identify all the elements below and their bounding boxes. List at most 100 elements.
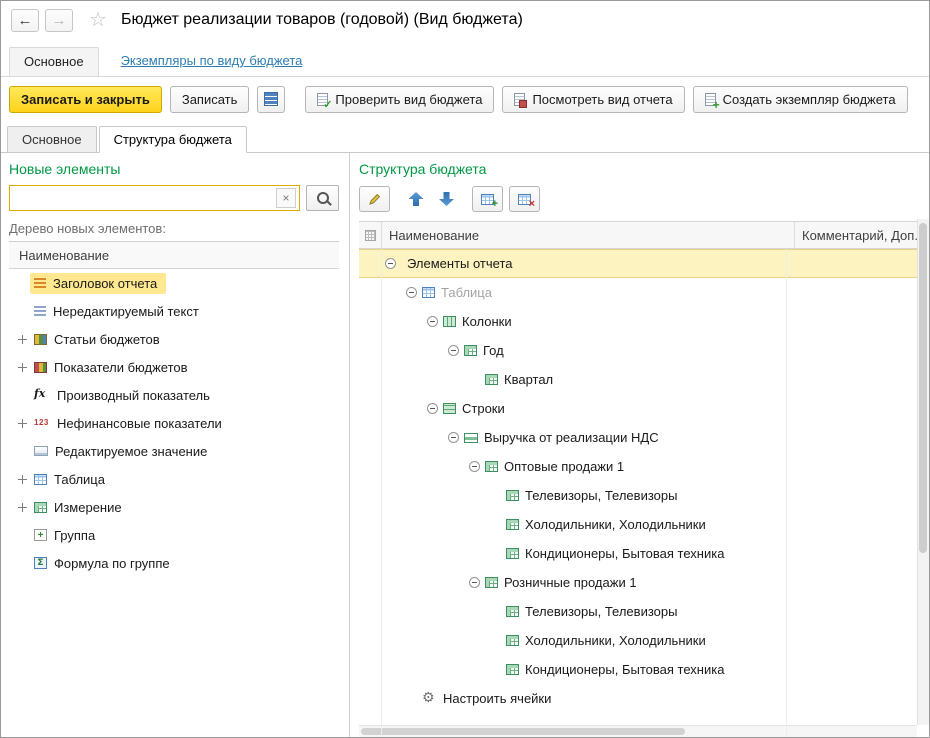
expand-plus-icon[interactable] bbox=[18, 475, 27, 484]
new-element-item[interactable]: Нефинансовые показатели bbox=[9, 409, 339, 437]
expand-plus-icon[interactable] bbox=[18, 363, 27, 372]
move-down-button[interactable] bbox=[434, 187, 458, 211]
expander-slot bbox=[15, 363, 30, 372]
column-separator bbox=[786, 249, 787, 737]
structure-toolbar bbox=[359, 185, 929, 213]
new-element-item[interactable]: Заголовок отчета bbox=[9, 269, 339, 297]
structure-row-label: Настроить ячейки bbox=[443, 691, 551, 706]
comment-column-header[interactable]: Комментарий, Доп.инф bbox=[795, 228, 917, 243]
table-delete-icon bbox=[518, 194, 531, 205]
static-text-icon bbox=[34, 306, 46, 316]
collapse-minus-icon[interactable] bbox=[427, 403, 438, 414]
new-element-item[interactable]: Таблица bbox=[9, 465, 339, 493]
delete-element-button[interactable] bbox=[509, 186, 540, 212]
check-budget-view-label: Проверить вид бюджета bbox=[335, 92, 482, 107]
favorite-star-icon[interactable]: ☆ bbox=[89, 10, 107, 30]
vertical-scrollbar[interactable] bbox=[917, 219, 929, 725]
save-button[interactable]: Записать bbox=[170, 86, 250, 113]
table-icon bbox=[422, 287, 435, 298]
back-button[interactable]: ← bbox=[11, 9, 39, 32]
structure-tree-row[interactable]: Колонки bbox=[359, 307, 917, 336]
structure-tree-row[interactable]: Год bbox=[359, 336, 917, 365]
expand-plus-icon[interactable] bbox=[18, 419, 27, 428]
collapse-minus-icon[interactable] bbox=[385, 258, 396, 269]
dimension-icon bbox=[506, 519, 519, 530]
dimension-icon bbox=[485, 461, 498, 472]
new-element-label: Редактируемое значение bbox=[55, 444, 207, 459]
new-element-item[interactable]: Показатели бюджетов bbox=[9, 353, 339, 381]
add-element-button[interactable] bbox=[472, 186, 503, 212]
column-header-name[interactable]: Наименование bbox=[9, 242, 339, 269]
column-separator bbox=[381, 249, 382, 737]
new-element-item[interactable]: Группа bbox=[9, 521, 339, 549]
collapse-minus-icon[interactable] bbox=[469, 461, 480, 472]
structure-tree-row[interactable]: Таблица bbox=[359, 278, 917, 307]
structure-row-label: Розничные продажи 1 bbox=[504, 575, 637, 590]
check-budget-view-button[interactable]: Проверить вид бюджета bbox=[305, 86, 494, 113]
structure-tree-row[interactable]: Телевизоры, Телевизоры bbox=[359, 597, 917, 626]
columns-icon bbox=[443, 316, 456, 327]
instances-link[interactable]: Экземпляры по виду бюджета bbox=[121, 53, 303, 68]
view-report-label: Посмотреть вид отчета bbox=[532, 92, 672, 107]
scrollbar-thumb[interactable] bbox=[361, 728, 685, 735]
horizontal-scrollbar[interactable] bbox=[359, 725, 917, 737]
collapse-minus-icon[interactable] bbox=[427, 316, 438, 327]
expand-plus-icon[interactable] bbox=[18, 503, 27, 512]
forward-button[interactable]: → bbox=[45, 9, 73, 32]
structure-row-label: Таблица bbox=[441, 285, 492, 300]
expand-plus-icon[interactable] bbox=[18, 335, 27, 344]
search-input[interactable] bbox=[16, 190, 272, 207]
nav-tab-main[interactable]: Основное bbox=[9, 47, 99, 76]
tab-main[interactable]: Основное bbox=[7, 126, 97, 153]
grid-icon bbox=[365, 230, 376, 241]
structure-tree-row[interactable]: Оптовые продажи 1 bbox=[359, 452, 917, 481]
structure-tree-row[interactable]: Выручка от реализации НДС bbox=[359, 423, 917, 452]
icon-column-header[interactable] bbox=[359, 222, 382, 248]
edit-button[interactable] bbox=[359, 186, 390, 212]
structure-tree-row[interactable]: Холодильники, Холодильники bbox=[359, 510, 917, 539]
create-instance-button[interactable]: Создать экземпляр бюджета bbox=[693, 86, 908, 113]
expander-slot bbox=[15, 503, 30, 512]
new-elements-table: Наименование Заголовок отчетаНередактиру… bbox=[9, 241, 339, 737]
save-and-close-button[interactable]: Записать и закрыть bbox=[9, 86, 162, 113]
structure-tree-row[interactable]: Холодильники, Холодильники bbox=[359, 626, 917, 655]
tab-budget-structure[interactable]: Структура бюджета bbox=[99, 126, 247, 153]
new-element-item[interactable]: Формула по группе bbox=[9, 549, 339, 577]
scrollbar-thumb[interactable] bbox=[919, 223, 927, 553]
expander-slot bbox=[469, 461, 485, 472]
collapse-minus-icon[interactable] bbox=[406, 287, 417, 298]
dimension-icon bbox=[485, 577, 498, 588]
numeric-icon bbox=[34, 417, 50, 429]
structure-row-label: Холодильники, Холодильники bbox=[525, 633, 706, 648]
structure-tree-row[interactable]: Розничные продажи 1 bbox=[359, 568, 917, 597]
structure-tree-row[interactable]: Строки bbox=[359, 394, 917, 423]
collapse-minus-icon[interactable] bbox=[448, 432, 459, 443]
reports-button[interactable] bbox=[257, 86, 285, 113]
structure-tree-row[interactable]: Кондиционеры, Бытовая техника bbox=[359, 539, 917, 568]
table-add-icon bbox=[481, 194, 494, 205]
structure-tree-row[interactable]: Кондиционеры, Бытовая техника bbox=[359, 655, 917, 684]
new-elements-list: Заголовок отчетаНередактируемый текстСта… bbox=[9, 269, 339, 577]
new-element-item[interactable]: Измерение bbox=[9, 493, 339, 521]
clear-search-icon[interactable]: × bbox=[276, 188, 296, 208]
structure-row-label: Холодильники, Холодильники bbox=[525, 517, 706, 532]
search-button[interactable] bbox=[306, 185, 339, 211]
new-element-item[interactable]: Производный показатель bbox=[9, 381, 339, 409]
new-element-item[interactable]: Нередактируемый текст bbox=[9, 297, 339, 325]
structure-tree-row[interactable]: Квартал bbox=[359, 365, 917, 394]
view-report-button[interactable]: Посмотреть вид отчета bbox=[502, 86, 684, 113]
indicator-row-icon bbox=[464, 433, 478, 443]
search-box: × bbox=[9, 185, 300, 211]
move-up-button[interactable] bbox=[404, 187, 428, 211]
new-element-item[interactable]: Редактируемое значение bbox=[9, 437, 339, 465]
group-icon bbox=[34, 529, 47, 541]
structure-row-label: Год bbox=[483, 343, 504, 358]
collapse-minus-icon[interactable] bbox=[469, 577, 480, 588]
name-column-header[interactable]: Наименование bbox=[382, 222, 795, 248]
arrow-up-icon bbox=[409, 192, 424, 206]
collapse-minus-icon[interactable] bbox=[448, 345, 459, 356]
new-element-item[interactable]: Статьи бюджетов bbox=[9, 325, 339, 353]
structure-tree-row[interactable]: Элементы отчета bbox=[359, 249, 917, 278]
structure-tree-row[interactable]: Телевизоры, Телевизоры bbox=[359, 481, 917, 510]
structure-tree-row[interactable]: Настроить ячейки bbox=[359, 684, 917, 713]
